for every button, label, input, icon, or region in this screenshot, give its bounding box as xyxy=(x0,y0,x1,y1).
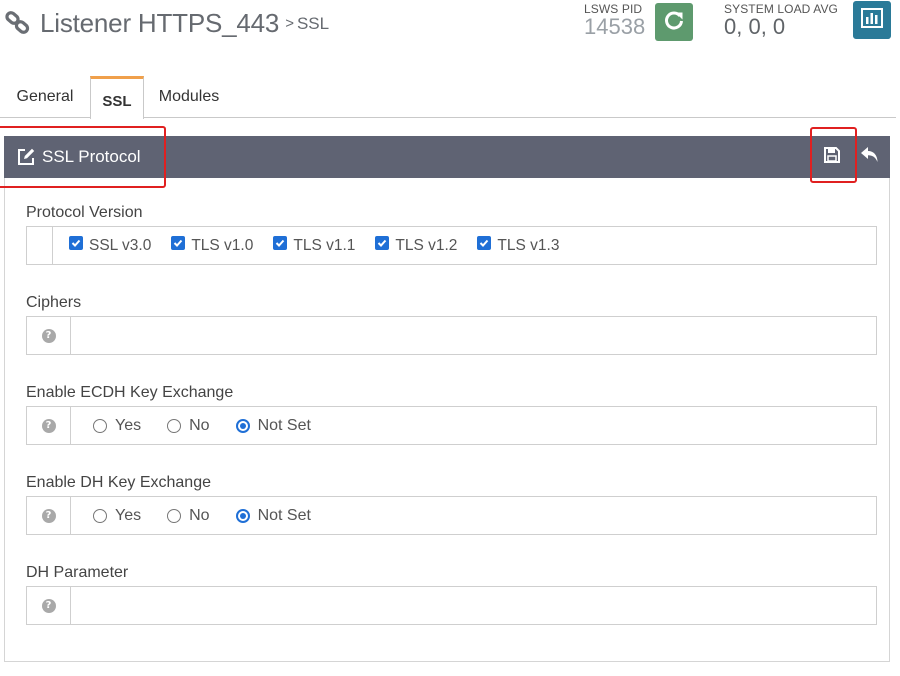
radio-circle-icon xyxy=(93,508,107,523)
listener-title: Listener HTTPS_443 xyxy=(40,8,280,38)
dh-field: ? Yes No Not Set xyxy=(26,496,877,535)
tab-general[interactable]: General xyxy=(4,76,86,118)
radio-label: No xyxy=(189,416,210,434)
checkbox-label: TLS v1.1 xyxy=(293,236,356,254)
save-icon xyxy=(824,146,840,168)
ecdh-radio-group: Yes No Not Set xyxy=(93,407,337,444)
undo-icon xyxy=(860,146,880,169)
radio-label: Not Set xyxy=(257,506,311,524)
tab-modules[interactable]: Modules xyxy=(148,76,230,118)
ecdh-radio-not-set[interactable]: Not Set xyxy=(235,416,311,435)
protocol-checkbox-group: SSL v3.0 TLS v1.0 TLS v1.1 TLS v1.2 TLS … xyxy=(69,227,579,264)
protocol-version-field: SSL v3.0 TLS v1.0 TLS v1.1 TLS v1.2 TLS … xyxy=(26,226,877,265)
checkbox-tls-v10[interactable]: TLS v1.0 xyxy=(171,235,254,255)
load-chart-button[interactable] xyxy=(853,1,891,39)
lsws-pid-stat: LSWS PID 14538 xyxy=(584,2,645,38)
page-title: Listener HTTPS_443 > SSL xyxy=(4,8,329,39)
ssl-protocol-panel: SSL Protocol Protocol Version SSL v3.0 T… xyxy=(4,136,890,662)
checkbox-label: TLS v1.0 xyxy=(191,236,254,254)
link-icon xyxy=(4,9,34,39)
checked-checkbox-icon xyxy=(273,235,288,250)
breadcrumb-current: SSL xyxy=(296,13,330,33)
dh-radio-not-set[interactable]: Not Set xyxy=(235,506,311,525)
checkbox-ssl-v3[interactable]: SSL v3.0 xyxy=(69,235,152,255)
panel-header: SSL Protocol xyxy=(4,136,890,178)
help-icon[interactable]: ? xyxy=(41,328,56,343)
help-cell: ? xyxy=(27,497,71,534)
help-cell: ? xyxy=(27,317,71,354)
dh-radio-group: Yes No Not Set xyxy=(93,497,337,534)
checkbox-tls-v12[interactable]: TLS v1.2 xyxy=(375,235,458,255)
ciphers-label: Ciphers xyxy=(26,294,82,311)
radio-label: No xyxy=(189,506,210,524)
dh-parameter-field[interactable]: ? xyxy=(26,586,877,625)
checkbox-tls-v13[interactable]: TLS v1.3 xyxy=(477,235,560,255)
radio-selected-icon xyxy=(235,508,250,523)
checked-checkbox-icon xyxy=(375,235,390,250)
system-load-stat: SYSTEM LOAD AVG 0, 0, 0 xyxy=(724,2,838,38)
checked-checkbox-icon xyxy=(171,235,186,250)
dh-parameter-label: DH Parameter xyxy=(26,564,129,581)
radio-selected-icon xyxy=(235,418,250,433)
help-cell: ? xyxy=(27,407,71,444)
chart-icon xyxy=(861,7,883,33)
help-icon[interactable]: ? xyxy=(41,508,56,523)
radio-circle-icon xyxy=(167,418,182,433)
tab-bar: General SSL Modules xyxy=(0,76,896,119)
page-header: Listener HTTPS_443 > SSL LSWS PID 14538 … xyxy=(0,0,900,60)
load-value: 0, 0, 0 xyxy=(724,14,786,39)
ecdh-radio-yes[interactable]: Yes xyxy=(93,417,141,435)
radio-label: Yes xyxy=(115,416,142,434)
dh-label: Enable DH Key Exchange xyxy=(26,474,211,491)
save-button[interactable] xyxy=(820,145,844,169)
help-icon[interactable]: ? xyxy=(41,598,56,613)
breadcrumb-separator: > xyxy=(285,15,294,32)
ciphers-field[interactable]: ? xyxy=(26,316,877,355)
dh-radio-yes[interactable]: Yes xyxy=(93,507,141,525)
dh-radio-no[interactable]: No xyxy=(167,506,210,525)
checked-checkbox-icon xyxy=(477,235,492,250)
help-icon[interactable]: ? xyxy=(41,418,56,433)
help-cell: ? xyxy=(27,587,71,624)
protocol-version-label: Protocol Version xyxy=(26,204,143,221)
restart-icon xyxy=(663,9,685,36)
edit-icon xyxy=(16,147,36,167)
help-cell xyxy=(27,227,53,264)
restart-button[interactable] xyxy=(655,3,693,41)
radio-label: Not Set xyxy=(257,416,311,434)
pid-value: 14538 xyxy=(584,14,646,39)
checked-checkbox-icon xyxy=(69,235,83,250)
ecdh-radio-no[interactable]: No xyxy=(167,416,210,435)
checkbox-label: SSL v3.0 xyxy=(89,236,152,254)
panel-title: SSL Protocol xyxy=(16,147,141,167)
ecdh-label: Enable ECDH Key Exchange xyxy=(26,384,234,401)
panel-title-text: SSL Protocol xyxy=(42,147,141,166)
checkbox-tls-v11[interactable]: TLS v1.1 xyxy=(273,235,356,255)
ecdh-field: ? Yes No Not Set xyxy=(26,406,877,445)
radio-circle-icon xyxy=(93,418,107,433)
tab-ssl[interactable]: SSL xyxy=(90,76,144,119)
checkbox-label: TLS v1.2 xyxy=(395,236,458,254)
undo-button[interactable] xyxy=(858,145,882,169)
checkbox-label: TLS v1.3 xyxy=(497,236,560,254)
radio-label: Yes xyxy=(115,506,142,524)
radio-circle-icon xyxy=(167,508,182,523)
